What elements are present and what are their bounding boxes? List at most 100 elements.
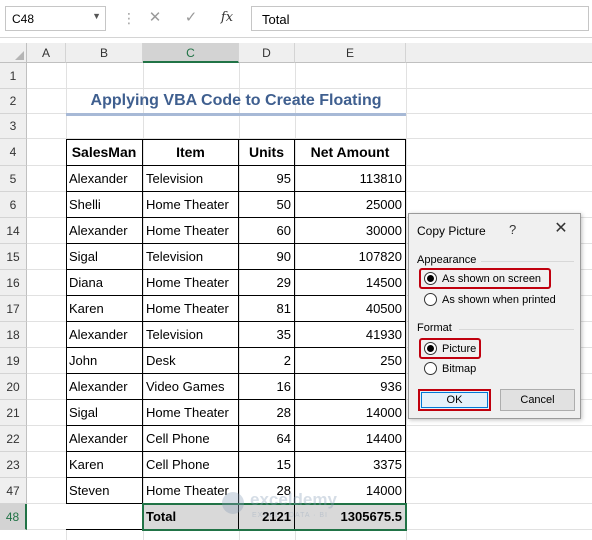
- table-cell-item[interactable]: Cell Phone: [143, 426, 239, 452]
- row-header-18[interactable]: 18: [0, 322, 27, 348]
- format-separator: [459, 329, 574, 330]
- row-header-6[interactable]: 6: [0, 192, 27, 218]
- table-cell-item[interactable]: Video Games: [143, 374, 239, 400]
- row-header-16[interactable]: 16: [0, 270, 27, 296]
- label-bitmap[interactable]: Bitmap: [442, 363, 476, 375]
- enter-check-icon[interactable]: ✓: [180, 8, 202, 28]
- table-cell-units[interactable]: 2: [239, 348, 295, 374]
- table-cell-salesman[interactable]: Karen: [66, 452, 143, 478]
- row-header-1[interactable]: 1: [0, 63, 27, 89]
- row-header-3[interactable]: 3: [0, 114, 27, 139]
- table-cell-salesman[interactable]: Sigal: [66, 244, 143, 270]
- table-cell-salesman[interactable]: Alexander: [66, 218, 143, 244]
- select-all-corner[interactable]: [0, 43, 27, 63]
- row-header-23[interactable]: 23: [0, 452, 27, 478]
- table-cell-net-amount[interactable]: 14500: [295, 270, 406, 296]
- row-header-20[interactable]: 20: [0, 374, 27, 400]
- table-cell-net-amount[interactable]: 113810: [295, 166, 406, 192]
- row-header-14[interactable]: 14: [0, 218, 27, 244]
- row-header-22[interactable]: 22: [0, 426, 27, 452]
- row-header-17[interactable]: 17: [0, 296, 27, 322]
- header-net-amount[interactable]: Net Amount: [295, 140, 406, 166]
- table-cell-net-amount[interactable]: 41930: [295, 322, 406, 348]
- row-header-5[interactable]: 5: [0, 166, 27, 192]
- table-cell-item[interactable]: Television: [143, 244, 239, 270]
- table-cell-salesman[interactable]: Shelli: [66, 192, 143, 218]
- table-cell-item[interactable]: Television: [143, 322, 239, 348]
- insert-function-icon[interactable]: fx: [216, 8, 238, 28]
- table-cell-salesman[interactable]: Alexander: [66, 426, 143, 452]
- cancel-button[interactable]: Cancel: [500, 389, 575, 411]
- row-header-15[interactable]: 15: [0, 244, 27, 270]
- table-cell-salesman[interactable]: Diana: [66, 270, 143, 296]
- header-item[interactable]: Item: [143, 140, 239, 166]
- table-cell-net-amount[interactable]: 107820: [295, 244, 406, 270]
- table-cell-units[interactable]: 15: [239, 452, 295, 478]
- label-as-shown-when-printed[interactable]: As shown when printed: [442, 294, 556, 306]
- column-header-e[interactable]: E: [295, 43, 406, 63]
- table-cell-net-amount[interactable]: 14000: [295, 400, 406, 426]
- chevron-down-icon[interactable]: ▼: [92, 11, 101, 21]
- table-cell-units[interactable]: 64: [239, 426, 295, 452]
- table-cell-item[interactable]: Cell Phone: [143, 452, 239, 478]
- column-header-a[interactable]: A: [27, 43, 66, 63]
- table-cell-units[interactable]: 50: [239, 192, 295, 218]
- row-header-21[interactable]: 21: [0, 400, 27, 426]
- ok-button[interactable]: OK: [418, 389, 491, 411]
- table-cell-salesman[interactable]: Steven: [66, 478, 143, 504]
- table-cell-net-amount[interactable]: 40500: [295, 296, 406, 322]
- table-cell-net-amount[interactable]: 14400: [295, 426, 406, 452]
- row-header-19[interactable]: 19: [0, 348, 27, 374]
- row-header-4[interactable]: 4: [0, 139, 27, 166]
- table-cell-units[interactable]: 60: [239, 218, 295, 244]
- table-cell-units[interactable]: 16: [239, 374, 295, 400]
- table-cell-item[interactable]: Home Theater: [143, 218, 239, 244]
- close-icon[interactable]: ✕: [551, 220, 571, 238]
- formula-buttons: ✕ ✓ fx: [134, 6, 246, 31]
- table-cell-net-amount[interactable]: 30000: [295, 218, 406, 244]
- table-cell-item[interactable]: Home Theater: [143, 270, 239, 296]
- table-cell-item[interactable]: Desk: [143, 348, 239, 374]
- table-cell-salesman[interactable]: Alexander: [66, 166, 143, 192]
- table-cell-salesman[interactable]: Alexander: [66, 322, 143, 348]
- header-units[interactable]: Units: [239, 140, 295, 166]
- table-cell-salesman[interactable]: Sigal: [66, 400, 143, 426]
- label-picture[interactable]: Picture: [442, 343, 476, 355]
- name-box[interactable]: C48 ▼: [5, 6, 106, 31]
- column-header-d[interactable]: D: [239, 43, 295, 63]
- row-header-2[interactable]: 2: [0, 89, 27, 114]
- table-cell-item[interactable]: Home Theater: [143, 296, 239, 322]
- table-cell-net-amount[interactable]: 936: [295, 374, 406, 400]
- table-cell-item[interactable]: Home Theater: [143, 192, 239, 218]
- radio-as-shown-when-printed[interactable]: [424, 293, 437, 306]
- column-header-b[interactable]: B: [66, 43, 143, 63]
- table-cell-units[interactable]: 95: [239, 166, 295, 192]
- table-cell-units[interactable]: 29: [239, 270, 295, 296]
- radio-picture[interactable]: [424, 342, 437, 355]
- table-cell-net-amount[interactable]: 25000: [295, 192, 406, 218]
- table-cell-salesman[interactable]: John: [66, 348, 143, 374]
- table-cell-item[interactable]: Television: [143, 166, 239, 192]
- formula-bar: C48 ▼ ⋮ ✕ ✓ fx Total: [0, 0, 592, 38]
- help-icon[interactable]: ?: [509, 222, 516, 237]
- table-cell-item[interactable]: Home Theater: [143, 400, 239, 426]
- row-header-48[interactable]: 48: [0, 504, 27, 530]
- table-cell-net-amount[interactable]: 3375: [295, 452, 406, 478]
- table-cell-salesman[interactable]: Karen: [66, 296, 143, 322]
- table-cell-salesman[interactable]: Alexander: [66, 374, 143, 400]
- header-salesman[interactable]: SalesMan: [66, 140, 143, 166]
- table-cell-units[interactable]: 28: [239, 400, 295, 426]
- total-row-cell-b[interactable]: [66, 504, 143, 530]
- table-cell-units[interactable]: 90: [239, 244, 295, 270]
- label-as-shown-on-screen[interactable]: As shown on screen: [442, 273, 541, 285]
- table-cell-units[interactable]: 81: [239, 296, 295, 322]
- cancel-icon[interactable]: ✕: [144, 8, 166, 28]
- formula-input[interactable]: Total: [251, 6, 589, 31]
- column-header-c[interactable]: C: [143, 43, 239, 63]
- row-header-47[interactable]: 47: [0, 478, 27, 504]
- copy-picture-dialog: Copy Picture ? ✕ Appearance As shown on …: [408, 213, 581, 419]
- radio-as-shown-on-screen[interactable]: [424, 272, 437, 285]
- table-cell-net-amount[interactable]: 250: [295, 348, 406, 374]
- table-cell-units[interactable]: 35: [239, 322, 295, 348]
- radio-bitmap[interactable]: [424, 362, 437, 375]
